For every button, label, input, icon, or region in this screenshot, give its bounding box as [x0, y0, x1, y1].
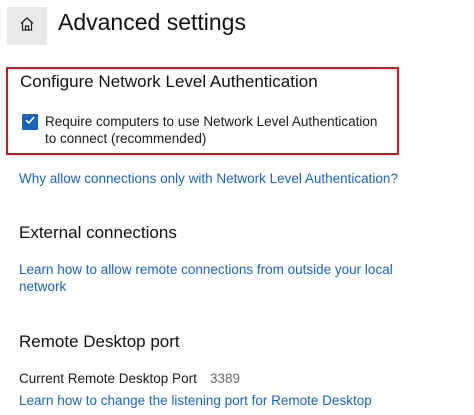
nla-checkbox[interactable]: [22, 114, 38, 130]
rdp-port-section-title: Remote Desktop port: [19, 332, 180, 351]
checkmark-icon: [24, 113, 36, 131]
external-help-link[interactable]: Learn how to allow remote connections fr…: [19, 261, 399, 295]
home-button[interactable]: [7, 7, 47, 45]
change-port-link[interactable]: Learn how to change the listening port f…: [19, 392, 372, 409]
nla-checkbox-label[interactable]: Require computers to use Network Level A…: [45, 113, 390, 147]
port-label: Current Remote Desktop Port: [19, 371, 197, 386]
port-value: 3389: [210, 371, 241, 386]
nla-help-link[interactable]: Why allow connections only with Network …: [19, 170, 398, 187]
page-title: Advanced settings: [58, 9, 246, 35]
home-icon: [19, 16, 35, 37]
nla-section-title: Configure Network Level Authentication: [20, 72, 318, 91]
external-section-title: External connections: [19, 223, 177, 242]
